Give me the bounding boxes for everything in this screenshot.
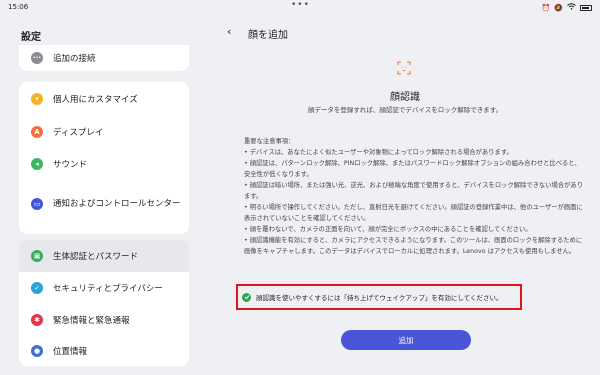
note-item: • 顔認証は暗い場所、または強い光、逆光、および極端な角度で使用すると、デバイス… <box>244 182 584 200</box>
important-notes: 重要な注意事項： • デバイスは、あなたによく似たユーザーや対象物によってロック… <box>244 136 584 257</box>
location-icon: ● <box>31 345 43 357</box>
wifi-icon <box>567 3 576 12</box>
lock-icon: ▣ <box>31 250 43 262</box>
notice-text: 顔認識を使いやすくするには「持ち上げてウェイクアップ」を有効にしてください。 <box>256 294 503 302</box>
note-item: • 明るい場所で操作してください。ただし、直射日光を避けてください。顔認証の登録… <box>244 204 583 222</box>
battery-icon <box>580 4 592 11</box>
status-time: 15:06 <box>8 3 29 11</box>
settings-group-security: ▣ 生体認証とパスワード ✓ セキュリティとプライバシー ✱ 緊急情報と緊急通報… <box>19 240 189 366</box>
sidebar-item-label: サウンド <box>53 160 88 170</box>
settings-group-personalization: ▾ 個人用にカスタマイズ A ディスプレイ ◂ サウンド ▭ 通知およびコントロ… <box>19 82 189 234</box>
status-bar: 15:06 ••• ⏰ 🔕 <box>0 0 600 14</box>
sidebar-item-location[interactable]: ● 位置情報 <box>19 336 189 366</box>
note-item: • 顔認証は、パターンロック解除、PINロック解除、またはパスワードロック解除オ… <box>244 160 581 178</box>
sidebar-item-label: 緊急情報と緊急通報 <box>53 316 130 326</box>
shield-icon: ✓ <box>31 282 43 294</box>
multitask-dots[interactable]: ••• <box>291 0 310 10</box>
sidebar-item-label: 生体認証とパスワード <box>53 252 139 262</box>
sidebar-item-label: ディスプレイ <box>53 128 104 138</box>
note-item: • デバイスは、あなたによく似たユーザーや対象物によってロック解除される場合があ… <box>244 149 513 156</box>
note-item: • 顔を覆わないで、カメラの正面を向いて、顔が完全にボックスの中にあることを確認… <box>244 226 532 233</box>
feature-title: 顔認識 <box>390 92 420 103</box>
sound-icon: ◂ <box>31 158 43 170</box>
display-icon: A <box>31 126 43 138</box>
sidebar-item-customize[interactable]: ▾ 個人用にカスタマイズ <box>19 82 189 116</box>
check-circle-icon <box>242 292 251 302</box>
sidebar-item-notifications[interactable]: ▭ 通知およびコントロールセンター <box>19 180 189 228</box>
main-panel: ‹ 顔を追加 顔認識 顔データを登録すれば、顔認証でデバイスをロック解除できます… <box>210 14 600 375</box>
more-icon: ··· <box>31 52 43 64</box>
sidebar-item-emergency[interactable]: ✱ 緊急情報と緊急通報 <box>19 304 189 336</box>
sidebar-item-label: 位置情報 <box>53 347 88 357</box>
sidebar-item-security-privacy[interactable]: ✓ セキュリティとプライバシー <box>19 272 189 304</box>
notification-icon: ▭ <box>31 198 43 210</box>
alarm-icon: ⏰ <box>541 3 551 12</box>
settings-group-connections: ··· 追加の接続 <box>19 45 189 71</box>
face-scan-icon <box>397 61 411 75</box>
status-icons: ⏰ 🔕 <box>542 3 592 12</box>
emergency-icon: ✱ <box>31 314 43 326</box>
back-icon[interactable]: ‹ <box>227 25 231 38</box>
sidebar-item-label: 追加の接続 <box>53 54 96 64</box>
palette-icon: ▾ <box>31 93 43 105</box>
sidebar-item-label: 個人用にカスタマイズ <box>53 95 138 105</box>
mute-icon: 🔕 <box>554 3 563 12</box>
settings-title: 設定 <box>21 32 41 43</box>
sidebar-item-label: 通知およびコントロールセンター <box>53 199 181 209</box>
sidebar-item-biometrics[interactable]: ▣ 生体認証とパスワード <box>19 240 189 272</box>
sidebar-item-display[interactable]: A ディスプレイ <box>19 116 189 148</box>
sidebar-item-additional-connections[interactable]: ··· 追加の接続 <box>19 45 189 71</box>
notes-heading: 重要な注意事項： <box>244 138 295 145</box>
note-item: • 顔認識機能を有効にすると、カメラにアクセスできるようになります。このツールは… <box>244 237 583 255</box>
sidebar-item-label: セキュリティとプライバシー <box>53 284 163 294</box>
sidebar-item-sound[interactable]: ◂ サウンド <box>19 148 189 180</box>
raise-to-wake-notice: 顔認識を使いやすくするには「持ち上げてウェイクアップ」を有効にしてください。 <box>236 284 522 310</box>
feature-description: 顔データを登録すれば、顔認証でデバイスをロック解除できます。 <box>307 106 503 114</box>
page-title: 顔を追加 <box>248 30 288 41</box>
add-button[interactable]: 追加 <box>341 330 471 350</box>
